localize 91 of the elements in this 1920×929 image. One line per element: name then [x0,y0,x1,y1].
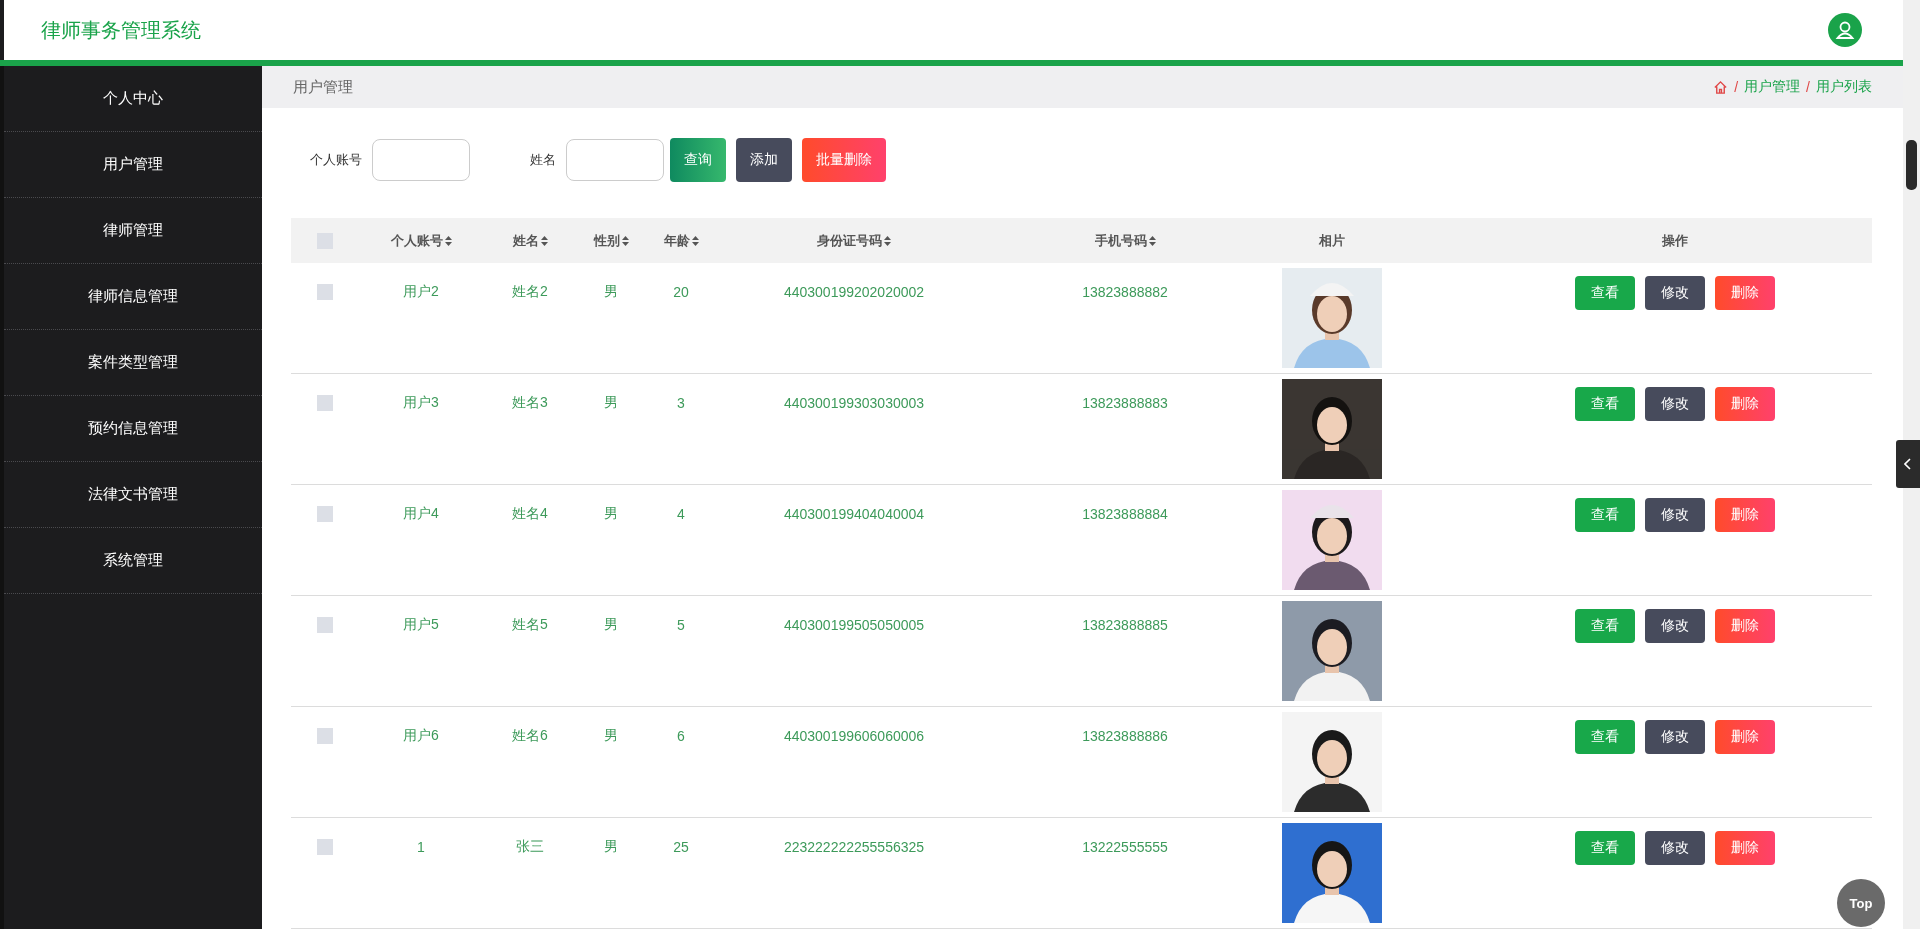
sort-icon[interactable] [691,235,699,246]
checkbox[interactable] [317,284,333,300]
delete-button[interactable]: 删除 [1714,831,1775,865]
table-cell: 5 [677,617,685,633]
delete-button[interactable]: 批量删除 [802,138,886,182]
column-header[interactable]: 年龄 [663,231,699,250]
sidebar-item[interactable]: 法律文书管理 [4,462,262,528]
input-field[interactable] [566,139,664,181]
column-header[interactable]: 姓名 [512,231,548,250]
add-button[interactable]: 添加 [736,138,792,182]
column-header[interactable]: 个人账号 [390,231,452,250]
sidebar-item[interactable]: 系统管理 [4,528,262,594]
chevron-left-icon[interactable] [1904,458,1912,470]
delete-button[interactable]: 删除 [1714,276,1775,310]
sort-icon[interactable] [540,235,548,246]
field-label: 姓名 [530,151,556,169]
table-cell: 姓名4 [512,505,548,523]
search-button[interactable]: 查询 [670,138,726,182]
table-cell: 6 [677,728,685,744]
checkbox[interactable] [317,839,333,855]
checkbox[interactable] [317,506,333,522]
user-avatar-icon[interactable] [1828,13,1862,47]
checkbox[interactable] [317,395,333,411]
sidebar-item[interactable]: 预约信息管理 [4,396,262,462]
delete-button[interactable]: 删除 [1714,609,1775,643]
column-header: 操作 [1661,231,1688,250]
sidebar-item[interactable]: 用户管理 [4,132,262,198]
table-cell: 男 [604,838,618,856]
table-cell: 20 [673,284,689,300]
edit-button[interactable]: 修改 [1644,720,1705,754]
table-cell: 姓名2 [512,283,548,301]
home-icon[interactable] [1713,79,1729,95]
app-title: 律师事务管理系统 [41,17,201,43]
table-cell: 13823888883 [1082,395,1168,411]
sort-icon[interactable] [621,235,629,246]
table-cell: 用户2 [403,283,439,301]
sidebar-item[interactable]: 律师管理 [4,198,262,264]
column-header[interactable]: 身份证号码 [817,231,891,250]
table-cell: 223222222255556325 [783,839,925,855]
delete-button[interactable]: 删除 [1714,387,1775,421]
page-title: 用户管理 [293,77,353,97]
sidebar-item[interactable]: 律师信息管理 [4,264,262,330]
table-cell: 张三 [516,838,544,856]
table-cell: 姓名6 [512,727,548,745]
edit-button[interactable]: 修改 [1644,498,1705,532]
column-header: 相片 [1319,231,1345,250]
checkbox[interactable] [317,617,333,633]
delete-button[interactable]: 删除 [1714,720,1775,754]
back-to-top-button[interactable]: Top [1837,879,1885,927]
delete-button[interactable]: 删除 [1714,498,1775,532]
edit-button[interactable]: 修改 [1644,387,1705,421]
table-cell: 13823888885 [1082,617,1168,633]
table-cell: 男 [604,505,618,523]
table-cell: 440300199606060006 [783,728,925,744]
table-cell: 姓名3 [512,394,548,412]
edit-button[interactable]: 修改 [1644,609,1705,643]
table-cell: 姓名5 [512,616,548,634]
sort-icon[interactable] [1148,235,1156,246]
checkbox[interactable] [317,728,333,744]
sidebar-item[interactable]: 案件类型管理 [4,330,262,396]
edit-button[interactable]: 修改 [1644,276,1705,310]
table-cell: 用户5 [403,616,439,634]
table-cell: 4 [677,506,685,522]
table-cell: 男 [604,394,618,412]
table-cell: 用户4 [403,505,439,523]
breadcrumb-separator: / [1806,79,1810,95]
table-cell: 3 [677,395,685,411]
sort-icon[interactable] [444,235,452,246]
breadcrumb-separator: / [1734,79,1739,95]
table-cell: 440300199404040004 [783,506,925,522]
table-cell: 用户6 [403,727,439,745]
table-cell: 男 [604,727,618,745]
table-cell: 440300199202020002 [783,284,925,300]
table-cell: 25 [673,839,689,855]
table-cell: 男 [604,283,618,301]
column-header[interactable]: 性别 [593,231,629,250]
input-field[interactable] [372,139,470,181]
column-header[interactable]: 手机号码 [1094,231,1156,250]
table-cell: 1 [417,839,425,855]
table-cell: 440300199303030003 [783,395,925,411]
edit-button[interactable]: 修改 [1644,831,1705,865]
table-cell: 男 [604,616,618,634]
table-cell: 13222555555 [1082,839,1168,855]
field-label: 个人账号 [310,151,362,169]
table-cell: 13823888884 [1082,506,1168,522]
collapse-tab[interactable] [1896,440,1920,488]
table-cell: 440300199505050005 [783,617,925,633]
table-cell: 用户3 [403,394,439,412]
sort-icon[interactable] [884,235,891,246]
table-cell: 13823888882 [1082,284,1168,300]
table-cell: 13823888886 [1082,728,1168,744]
